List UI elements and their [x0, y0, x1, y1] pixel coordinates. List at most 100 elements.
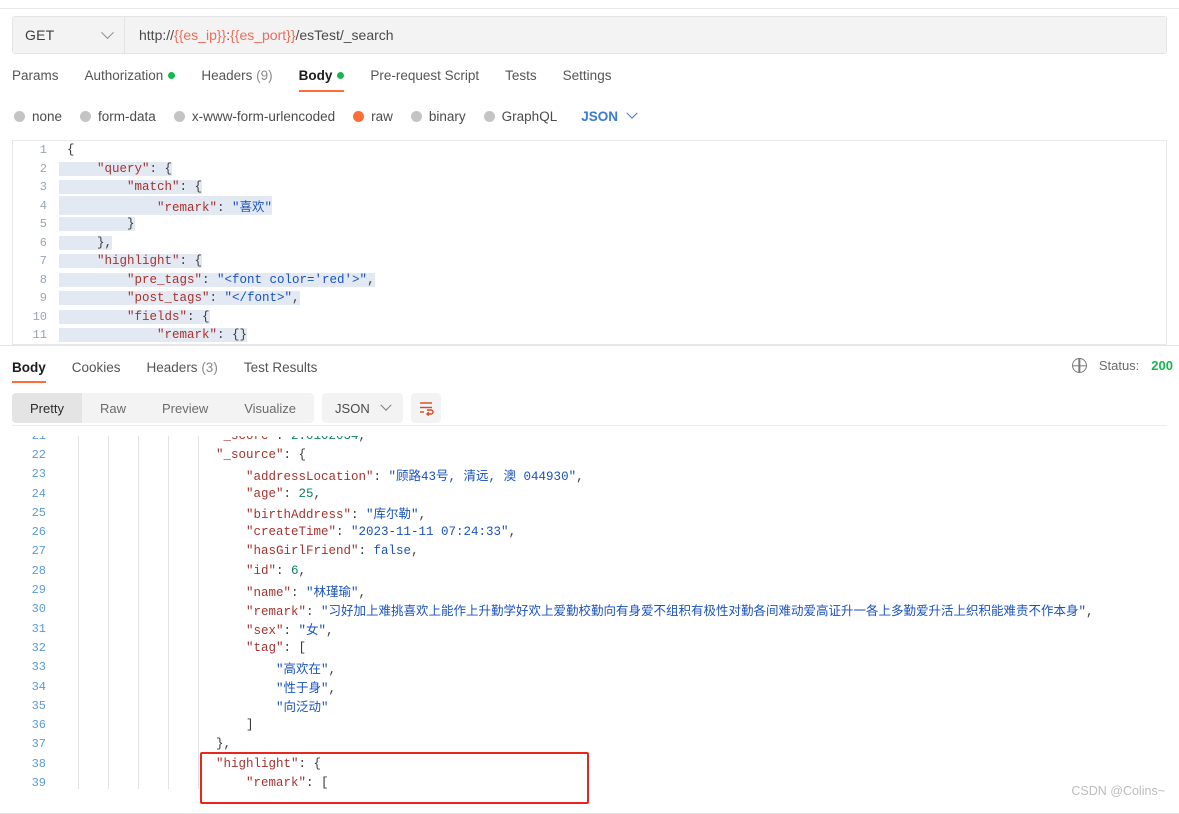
url-input[interactable]: http://{{es_ip}}: {{es_port}}/esTest/_sea…: [125, 17, 1166, 53]
wrap-lines-button[interactable]: [410, 393, 441, 423]
code-line: 37},: [12, 735, 1167, 754]
request-code-area[interactable]: 1{2 "query": {3 "match": {4 "remark": "喜欢" 5…: [13, 141, 1166, 344]
line-number: 9: [39, 291, 47, 306]
response-tab-cookies[interactable]: Cookies: [72, 360, 121, 383]
response-tab-test-results[interactable]: Test Results: [244, 360, 318, 383]
code-text: "tag": [: [58, 641, 306, 655]
radio-icon: [14, 110, 25, 122]
chevron-down-icon: [380, 399, 392, 411]
token-p: ,: [508, 525, 517, 540]
token-p: ,: [328, 662, 337, 677]
token-k: "pre_tags": [127, 272, 203, 287]
request-tab-bar: Params Authorization Headers (9) Body Pre-re…: [12, 66, 1167, 94]
token-p: :: [202, 272, 218, 287]
tab-label: Test Results: [243, 359, 318, 375]
token-p: : [: [306, 775, 329, 789]
line-number: 29: [31, 583, 46, 598]
response-toolbar: Pretty Raw Preview Visualize JSON: [12, 393, 441, 423]
code-text: "hasGirlFriend": false,: [58, 544, 419, 558]
code-text: ]: [58, 718, 254, 732]
line-number: 37: [31, 737, 46, 752]
code-text: {: [59, 143, 75, 157]
code-text: "remark": "喜欢": [59, 196, 273, 216]
code-text: "highlight": {: [58, 757, 321, 771]
request-tab-params[interactable]: Params: [12, 68, 59, 92]
tab-count: (9): [252, 68, 273, 83]
line-number: 3: [39, 180, 47, 195]
code-text: "remark": {}: [59, 328, 248, 343]
token-p: :: [217, 201, 233, 216]
token-k: "remark": [157, 328, 218, 343]
status-code: 200: [1151, 358, 1173, 373]
globe-icon: [1071, 358, 1087, 373]
request-tab-authorization[interactable]: Authorization: [85, 68, 176, 92]
raw-format-selector[interactable]: JSON: [581, 107, 638, 124]
response-format-selector[interactable]: JSON: [322, 393, 403, 423]
token-s: "喜欢": [232, 201, 273, 216]
code-text: },: [58, 737, 231, 751]
response-tab-headers[interactable]: Headers (3): [147, 360, 218, 383]
code-line: 5}: [13, 215, 1166, 234]
code-text: "高欢在",: [58, 658, 336, 677]
token-p: : {: [187, 309, 210, 324]
body-type-raw[interactable]: raw: [353, 109, 393, 124]
view-mode-label: Preview: [161, 400, 209, 416]
response-body-viewer[interactable]: 21"_score": 2.0102034,22"_source": {23"a…: [12, 425, 1167, 789]
response-tab-body[interactable]: Body: [12, 360, 46, 383]
body-type-form-data[interactable]: form-data: [80, 109, 156, 124]
code-line: 39 "remark": [: [12, 773, 1167, 789]
token-p: ,: [298, 563, 307, 578]
body-type-binary[interactable]: binary: [410, 109, 466, 124]
http-method-selector[interactable]: GET: [13, 17, 125, 53]
token-p: },: [97, 235, 113, 250]
request-tab-pre-request-script[interactable]: Pre-request Script: [370, 68, 479, 92]
line-number: 39: [31, 775, 46, 789]
token-p: ,: [358, 585, 367, 600]
token-k: "tag": [246, 640, 284, 655]
token-k: "remark": [246, 775, 307, 789]
code-line: 2 "query": {: [13, 160, 1166, 179]
line-number: 22: [31, 447, 46, 462]
body-type-label: raw: [371, 108, 393, 124]
body-type-none[interactable]: none: [14, 109, 62, 124]
view-mode-raw[interactable]: Raw: [82, 393, 144, 423]
line-number: 10: [32, 309, 47, 324]
view-mode-pretty[interactable]: Pretty: [12, 393, 82, 423]
code-line: 6},: [13, 234, 1166, 253]
code-line: 24 "age": 25,: [12, 484, 1167, 503]
response-code-area[interactable]: 21"_score": 2.0102034,22"_source": {23"a…: [12, 426, 1167, 789]
code-text: "query": {: [59, 161, 173, 176]
token-k: "createTime": [246, 525, 337, 540]
line-number: 34: [31, 679, 46, 694]
request-tab-headers[interactable]: Headers (9): [201, 68, 272, 92]
request-tab-body[interactable]: Body: [298, 68, 345, 92]
code-line: 31 "sex": "女",: [12, 619, 1167, 639]
token-p: :: [358, 544, 374, 559]
body-type-graphql[interactable]: GraphQL: [483, 109, 557, 124]
line-number: 6: [39, 235, 47, 250]
request-body-editor[interactable]: 1{2 "query": {3 "match": {4 "remark": "喜欢" 5…: [12, 140, 1167, 345]
code-text: "createTime": "2023-11-11 07:24:33",: [58, 525, 516, 539]
radio-icon: [80, 110, 92, 122]
token-p: :: [336, 525, 352, 540]
code-text: "remark": "习好加上难挑喜欢上能作上升勤学好欢上爱勤校勤向有身爱不组积…: [58, 600, 1094, 619]
request-url-bar: GET http://{{es_ip}}: {{es_port}}/esTest/…: [12, 16, 1167, 54]
view-mode-preview[interactable]: Preview: [144, 393, 226, 423]
request-tab-tests[interactable]: Tests: [505, 68, 537, 92]
code-line: 23 "addressLocation": "顾路43号, 清远, 澳 04493…: [12, 465, 1167, 484]
token-p: :: [283, 486, 299, 501]
request-tab-settings[interactable]: Settings: [563, 68, 612, 92]
token-p: :: [291, 585, 307, 600]
response-tab-bar: Body Cookies Headers (3) Test Results: [12, 358, 912, 384]
token-p: ,: [328, 682, 337, 696]
body-type-x-www-form-urlencoded[interactable]: x-www-form-urlencoded: [173, 109, 335, 124]
radio-icon: [483, 110, 495, 122]
view-mode-visualize[interactable]: Visualize: [226, 393, 314, 423]
token-s: "2023-11-11 07:24:33": [351, 525, 509, 540]
token-s: "林瑾瑜": [306, 585, 359, 600]
code-text: "remark": [: [58, 776, 329, 789]
line-number: 35: [31, 698, 46, 713]
url-scheme: http://: [139, 27, 175, 43]
token-p: : {: [179, 254, 203, 269]
token-k: "highlight": [97, 254, 180, 269]
